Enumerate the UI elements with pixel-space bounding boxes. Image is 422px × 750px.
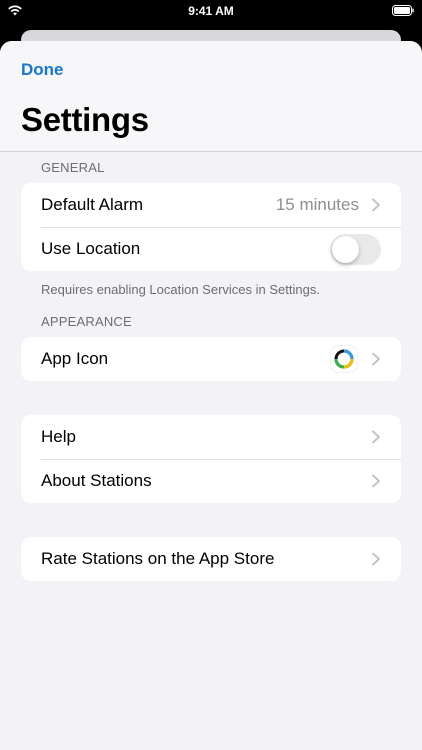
chevron-right-icon [372,552,380,566]
general-group: Default Alarm 15 minutes Use Location [21,183,401,271]
chevron-right-icon [372,430,380,444]
general-footer: Requires enabling Location Services in S… [41,282,320,297]
chevron-right-icon [372,198,380,212]
toggle-knob [332,235,359,263]
default-alarm-row[interactable]: Default Alarm 15 minutes [21,183,401,227]
done-button[interactable]: Done [21,60,64,80]
default-alarm-value: 15 minutes [275,195,359,214]
app-icon-preview [331,346,357,372]
use-location-row: Use Location [21,227,401,271]
status-time: 9:41 AM [188,4,234,18]
app-icon-ring-icon [334,349,354,369]
chevron-right-icon [372,474,380,488]
navigation-bar: Done Settings [0,41,422,152]
use-location-label: Use Location [41,239,141,258]
status-bar: 9:41 AM [0,0,422,22]
support-group: Help About Stations [21,415,401,503]
settings-sheet: Done Settings GENERAL Default Alarm 15 m… [0,41,422,750]
use-location-toggle[interactable] [330,233,381,265]
default-alarm-label: Default Alarm [41,195,144,214]
page-title: Settings [21,101,149,138]
chevron-right-icon [372,352,380,366]
app-icon-row[interactable]: App Icon [21,337,401,381]
section-header-appearance: APPEARANCE [41,314,132,329]
appearance-group: App Icon [21,337,401,381]
rate-group: Rate Stations on the App Store [21,537,401,581]
section-header-general: GENERAL [41,160,105,175]
about-label: About Stations [41,471,152,490]
help-label: Help [41,427,76,446]
app-icon-label: App Icon [41,349,109,368]
about-row[interactable]: About Stations [21,459,401,503]
rate-label: Rate Stations on the App Store [41,549,275,568]
rate-row[interactable]: Rate Stations on the App Store [21,537,401,581]
help-row[interactable]: Help [21,415,401,459]
battery-icon [392,5,414,16]
